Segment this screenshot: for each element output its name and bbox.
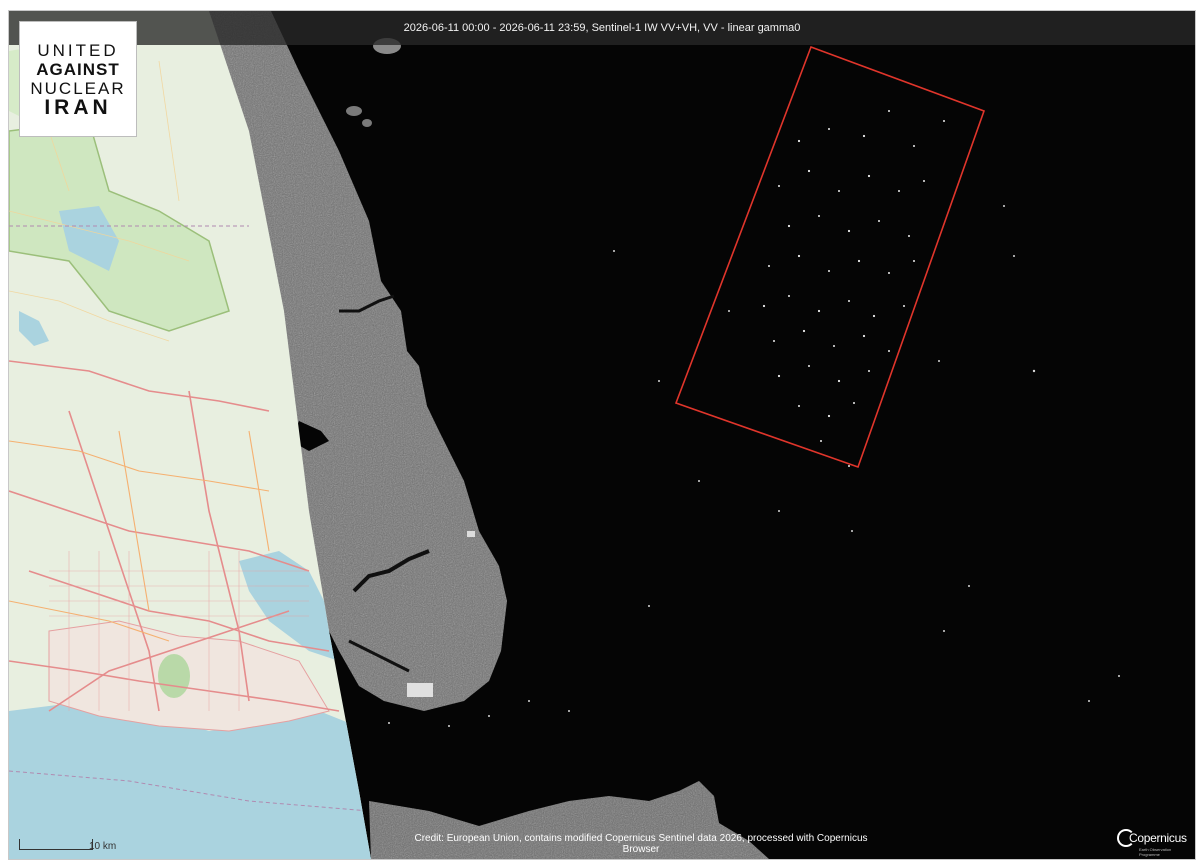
credit-text: Credit: European Union, contains modifie… bbox=[414, 833, 868, 855]
scale-bar-label: 10 km bbox=[89, 841, 117, 852]
map-scene[interactable] bbox=[9, 11, 1195, 859]
scale-bar-icon bbox=[19, 839, 93, 850]
copernicus-subtext: Earth Observation Programme bbox=[1139, 847, 1172, 857]
logo-line-1: UNITED bbox=[37, 41, 119, 60]
copernicus-wordmark: Copernicus bbox=[1129, 831, 1187, 845]
map-viewport[interactable]: 2026-06-11 00:00 - 2026-06-11 23:59, Sen… bbox=[8, 10, 1196, 860]
uani-logo: UNITED AGAINST NUCLEAR IRAN bbox=[19, 21, 137, 137]
logo-line-2: AGAINST bbox=[36, 60, 120, 79]
logo-line-4: IRAN bbox=[44, 96, 112, 119]
header-title: 2026-06-11 00:00 - 2026-06-11 23:59, Sen… bbox=[403, 22, 801, 34]
copernicus-logo-icon: Copernicus Earth Observation Programme bbox=[1117, 827, 1193, 857]
header-bar: 2026-06-11 00:00 - 2026-06-11 23:59, Sen… bbox=[9, 11, 1195, 45]
